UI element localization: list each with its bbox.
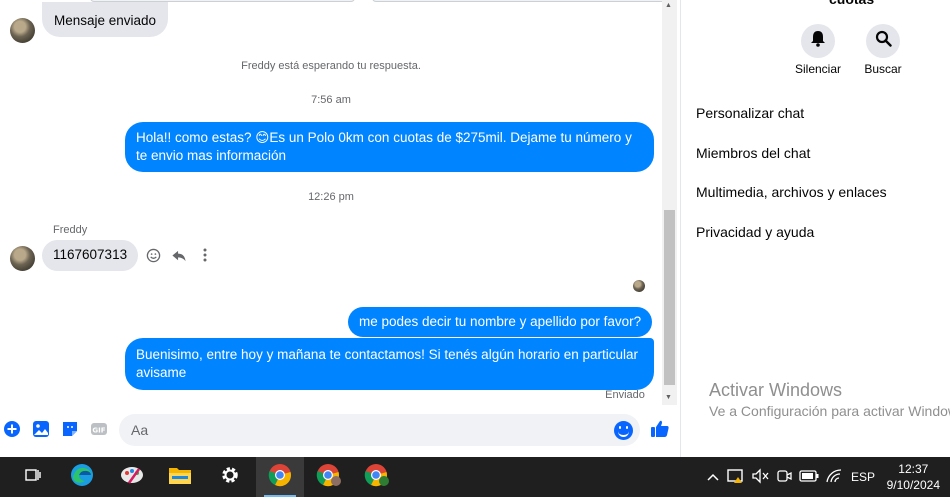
search-button[interactable] bbox=[866, 24, 900, 58]
search-icon bbox=[875, 30, 892, 52]
scroll-up-icon[interactable]: ▲ bbox=[665, 2, 672, 9]
chrome-profile-icon bbox=[316, 463, 342, 492]
task-view-button[interactable] bbox=[8, 457, 56, 497]
battery-icon bbox=[799, 469, 819, 485]
message-thread[interactable]: Mensaje enviado Freddy está esperando tu… bbox=[0, 0, 662, 405]
composer: GIF Aa bbox=[0, 410, 680, 450]
mute-label: Silenciar bbox=[794, 62, 842, 76]
watermark-title: Activar Windows bbox=[709, 380, 843, 400]
taskbar-chrome-profile[interactable] bbox=[305, 457, 353, 497]
plus-circle-icon[interactable] bbox=[3, 420, 21, 438]
messenger-window: Mensaje enviado Freddy está esperando tu… bbox=[0, 0, 950, 457]
chat-pane: Mensaje enviado Freddy está esperando tu… bbox=[0, 0, 680, 457]
tray-wifi[interactable] bbox=[824, 457, 844, 497]
tray-volume[interactable] bbox=[750, 457, 770, 497]
chat-info-pane: cuotas Silenciar Buscar Personalizar cha… bbox=[680, 0, 950, 457]
thread-scrollbar[interactable]: ▲ ▼ bbox=[662, 0, 677, 405]
menu-item-privacy-help[interactable]: Privacidad y ayuda bbox=[696, 224, 814, 240]
taskbar-chrome[interactable] bbox=[256, 457, 304, 497]
camera-icon bbox=[776, 468, 792, 487]
security-warning-icon bbox=[727, 468, 745, 487]
reply-icon[interactable] bbox=[171, 247, 187, 263]
edge-icon bbox=[70, 463, 94, 492]
clock-time: 12:37 bbox=[898, 462, 929, 476]
message-bubble-incoming[interactable]: 1167607313 bbox=[42, 240, 139, 271]
waiting-notice: Freddy está esperando tu respuesta. bbox=[241, 60, 421, 72]
message-input[interactable]: Aa bbox=[119, 414, 640, 446]
react-icon[interactable] bbox=[145, 247, 161, 263]
settings-icon bbox=[219, 464, 241, 491]
tray-meet[interactable] bbox=[774, 457, 794, 497]
paint-icon bbox=[119, 463, 145, 492]
wifi-icon bbox=[826, 468, 842, 486]
message-actions bbox=[145, 247, 213, 263]
tray-language[interactable]: ESP bbox=[849, 457, 877, 497]
taskbar-settings[interactable] bbox=[206, 457, 254, 497]
activate-windows-watermark: Activar Windows Ve a Configuración para … bbox=[709, 380, 950, 419]
gif-icon[interactable]: GIF bbox=[90, 420, 108, 438]
taskbar-chrome-profile-t[interactable] bbox=[353, 457, 401, 497]
message-status: Enviado bbox=[605, 389, 645, 401]
taskbar-clock[interactable]: 12:37 9/10/2024 bbox=[887, 461, 940, 493]
taskbar-file-explorer[interactable] bbox=[156, 457, 204, 497]
timestamp: 7:56 am bbox=[311, 94, 351, 106]
scrollbar-thumb[interactable] bbox=[664, 210, 675, 385]
taskbar-paint[interactable] bbox=[108, 457, 156, 497]
image-icon[interactable] bbox=[32, 420, 50, 438]
sticker-icon[interactable] bbox=[61, 420, 79, 438]
message-bubble-outgoing[interactable]: me podes decir tu nombre y apellido por … bbox=[348, 307, 653, 337]
menu-item-customize-chat[interactable]: Personalizar chat bbox=[696, 105, 804, 121]
message-bubble-outgoing[interactable]: Buenisimo, entre hoy y mañana te contact… bbox=[125, 338, 654, 390]
menu-item-chat-members[interactable]: Miembros del chat bbox=[696, 145, 810, 161]
mute-button[interactable] bbox=[801, 24, 835, 58]
like-icon[interactable] bbox=[650, 419, 670, 439]
windows-taskbar: ESP 12:37 9/10/2024 bbox=[0, 457, 950, 497]
more-options-icon[interactable] bbox=[197, 247, 213, 263]
emoji-icon[interactable] bbox=[614, 421, 633, 440]
chat-title: cuotas bbox=[829, 0, 874, 7]
avatar[interactable] bbox=[10, 246, 35, 271]
taskbar-edge[interactable] bbox=[58, 457, 106, 497]
avatar[interactable] bbox=[10, 18, 35, 43]
chevron-up-icon bbox=[707, 470, 719, 484]
tray-battery[interactable] bbox=[798, 457, 820, 497]
message-bubble-incoming[interactable]: Mensaje enviado bbox=[42, 2, 169, 37]
menu-item-media-files-links[interactable]: Multimedia, archivos y enlaces bbox=[696, 184, 887, 200]
watermark-subtitle: Ve a Configuración para activar Windows. bbox=[709, 403, 950, 419]
chrome-icon bbox=[268, 463, 292, 492]
bell-icon bbox=[810, 30, 826, 52]
file-explorer-icon bbox=[168, 464, 192, 491]
svg-text:GIF: GIF bbox=[92, 427, 105, 435]
chrome-profile-t-icon bbox=[364, 463, 390, 492]
tray-security[interactable] bbox=[726, 457, 746, 497]
clock-date: 9/10/2024 bbox=[886, 478, 940, 492]
show-hidden-icons[interactable] bbox=[704, 457, 722, 497]
scroll-down-icon[interactable]: ▼ bbox=[665, 394, 672, 401]
volume-muted-icon bbox=[751, 467, 769, 487]
task-view-icon bbox=[23, 467, 41, 488]
sender-name: Freddy bbox=[53, 224, 88, 236]
timestamp: 12:26 pm bbox=[308, 191, 354, 203]
message-bubble-outgoing[interactable]: Hola!! como estas? 😊Es un Polo 0km con c… bbox=[125, 122, 654, 172]
search-label: Buscar bbox=[864, 62, 902, 76]
seen-avatar bbox=[633, 280, 645, 292]
